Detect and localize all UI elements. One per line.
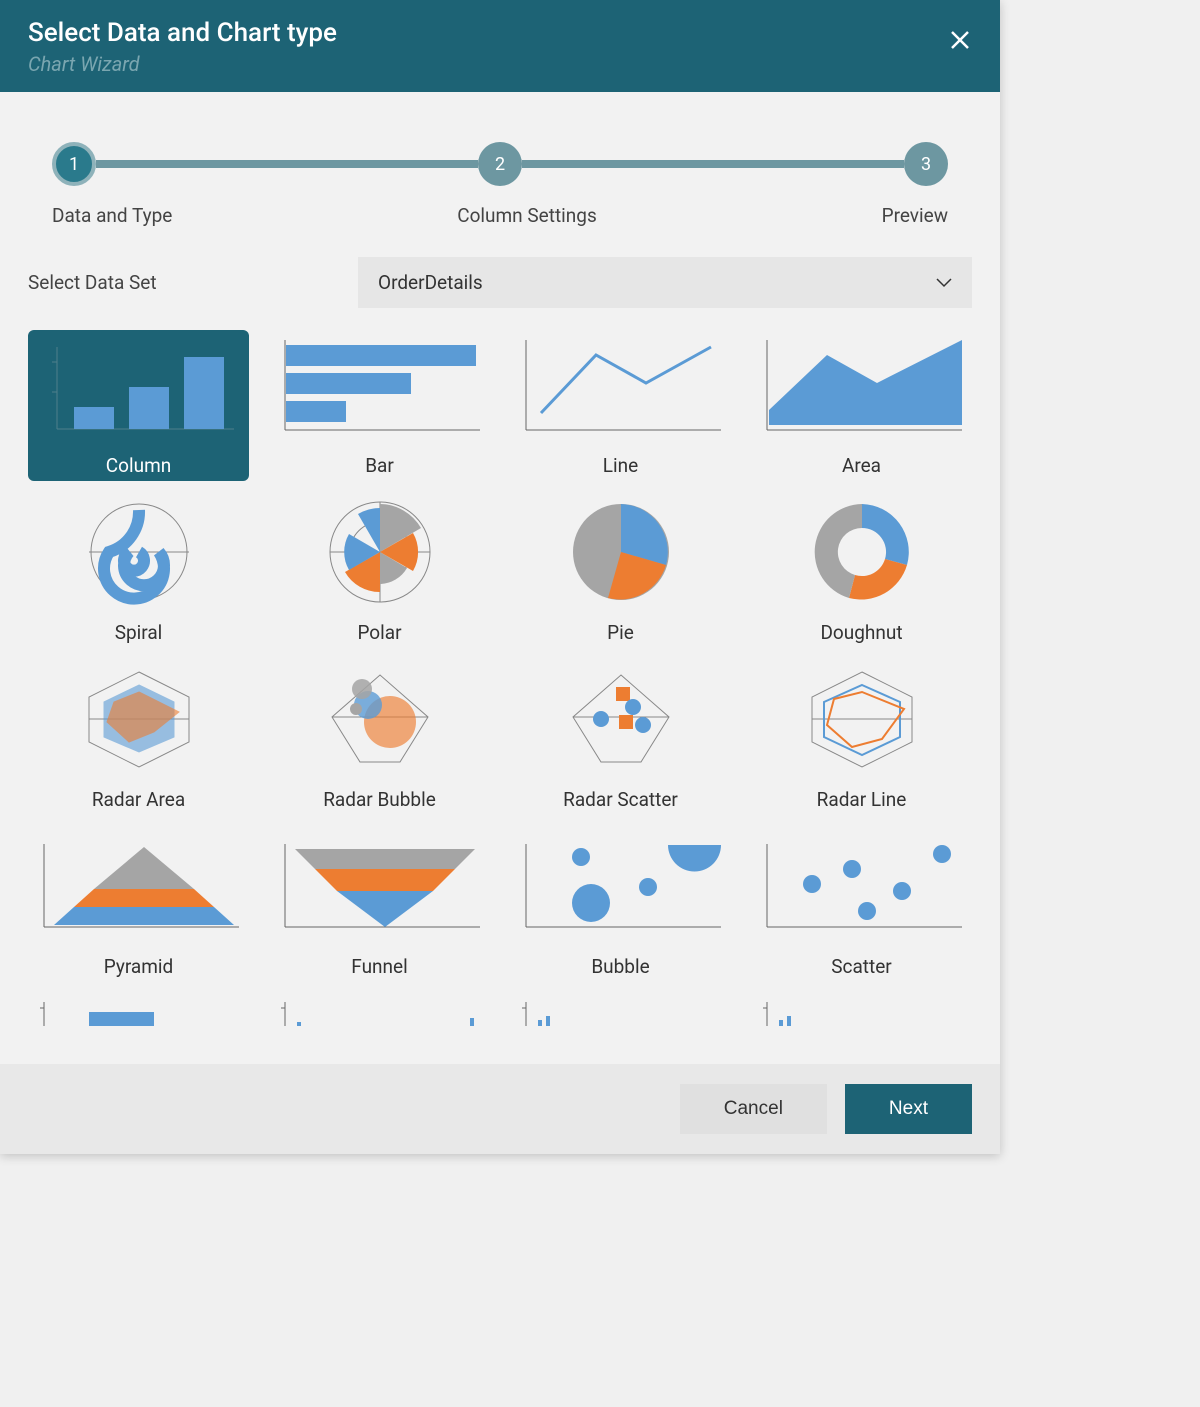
chart-type-label: Line bbox=[510, 448, 731, 481]
dialog-title: Select Data and Chart type bbox=[28, 18, 337, 48]
column-chart-icon bbox=[28, 330, 249, 440]
chart-type-label: Pyramid bbox=[28, 949, 249, 982]
step-1-label: Data and Type bbox=[52, 204, 172, 227]
step-3-label: Preview bbox=[882, 204, 948, 227]
cancel-button[interactable]: Cancel bbox=[680, 1084, 827, 1134]
polar-chart-icon bbox=[269, 497, 490, 607]
chart-type-label: Bubble bbox=[510, 949, 731, 982]
spiral-chart-icon bbox=[28, 497, 249, 607]
area-chart-icon bbox=[751, 330, 972, 440]
partial-chart-icon bbox=[510, 998, 731, 1026]
radar-scatter-chart-icon bbox=[510, 664, 731, 774]
chart-type-funnel[interactable]: Funnel bbox=[269, 831, 490, 982]
chart-type-area[interactable]: Area bbox=[751, 330, 972, 481]
pyramid-chart-icon bbox=[28, 831, 249, 941]
dataset-label: Select Data Set bbox=[28, 271, 328, 294]
bubble-chart-icon bbox=[510, 831, 731, 941]
chart-type-label: Spiral bbox=[28, 615, 249, 648]
close-icon[interactable] bbox=[948, 18, 972, 52]
chart-type-partial-3[interactable] bbox=[510, 998, 731, 1034]
dataset-select[interactable]: OrderDetails bbox=[358, 257, 972, 308]
chart-type-label: Radar Line bbox=[751, 782, 972, 815]
partial-chart-icon bbox=[28, 998, 249, 1026]
step-2-label: Column Settings bbox=[457, 204, 597, 227]
chart-type-label: Bar bbox=[269, 448, 490, 481]
step-3-circle[interactable]: 3 bbox=[904, 142, 948, 186]
chart-type-bubble[interactable]: Bubble bbox=[510, 831, 731, 982]
line-chart-icon bbox=[510, 330, 731, 440]
radar-bubble-chart-icon bbox=[269, 664, 490, 774]
step-labels: Data and Type Column Settings Preview bbox=[52, 204, 948, 227]
chart-type-label: Funnel bbox=[269, 949, 490, 982]
chart-type-label: Polar bbox=[269, 615, 490, 648]
chart-type-partial-1[interactable] bbox=[28, 998, 249, 1034]
chart-type-label: Radar Area bbox=[28, 782, 249, 815]
chart-type-pie[interactable]: Pie bbox=[510, 497, 731, 648]
chart-type-polar[interactable]: Polar bbox=[269, 497, 490, 648]
partial-chart-icon bbox=[751, 998, 972, 1026]
step-1-circle[interactable]: 1 bbox=[52, 142, 96, 186]
chevron-down-icon bbox=[936, 278, 952, 288]
scatter-chart-icon bbox=[751, 831, 972, 941]
chart-type-label: Radar Bubble bbox=[269, 782, 490, 815]
funnel-chart-icon bbox=[269, 831, 490, 941]
chart-type-radar-area[interactable]: Radar Area bbox=[28, 664, 249, 815]
radar-area-chart-icon bbox=[28, 664, 249, 774]
chart-type-label: Doughnut bbox=[751, 615, 972, 648]
step-line bbox=[96, 160, 478, 168]
pie-chart-icon bbox=[510, 497, 731, 607]
dialog-header: Select Data and Chart type Chart Wizard bbox=[0, 0, 1000, 92]
chart-wizard-dialog: Select Data and Chart type Chart Wizard … bbox=[0, 0, 1000, 1154]
chart-type-radar-bubble[interactable]: Radar Bubble bbox=[269, 664, 490, 815]
doughnut-chart-icon bbox=[751, 497, 972, 607]
wizard-stepper: 1 2 3 bbox=[52, 142, 948, 186]
chart-type-bar[interactable]: Bar bbox=[269, 330, 490, 481]
chart-type-partial-2[interactable] bbox=[269, 998, 490, 1034]
chart-type-label: Radar Scatter bbox=[510, 782, 731, 815]
chart-type-doughnut[interactable]: Doughnut bbox=[751, 497, 972, 648]
partial-chart-icon bbox=[269, 998, 490, 1026]
chart-type-radar-line[interactable]: Radar Line bbox=[751, 664, 972, 815]
chart-type-column[interactable]: Column bbox=[28, 330, 249, 481]
radar-line-chart-icon bbox=[751, 664, 972, 774]
chart-type-partial-4[interactable] bbox=[751, 998, 972, 1034]
dialog-footer: Cancel Next bbox=[0, 1064, 1000, 1154]
bar-chart-icon bbox=[269, 330, 490, 440]
chart-type-line[interactable]: Line bbox=[510, 330, 731, 481]
chart-type-label: Area bbox=[751, 448, 972, 481]
chart-type-scatter[interactable]: Scatter bbox=[751, 831, 972, 982]
chart-type-label: Pie bbox=[510, 615, 731, 648]
step-2-circle[interactable]: 2 bbox=[478, 142, 522, 186]
dialog-subtitle: Chart Wizard bbox=[28, 52, 337, 76]
chart-type-radar-scatter[interactable]: Radar Scatter bbox=[510, 664, 731, 815]
dataset-value: OrderDetails bbox=[378, 271, 483, 294]
chart-type-pyramid[interactable]: Pyramid bbox=[28, 831, 249, 982]
step-line bbox=[522, 160, 904, 168]
next-button[interactable]: Next bbox=[845, 1084, 972, 1134]
chart-type-label: Scatter bbox=[751, 949, 972, 982]
chart-type-spiral[interactable]: Spiral bbox=[28, 497, 249, 648]
chart-type-label: Column bbox=[28, 448, 249, 481]
